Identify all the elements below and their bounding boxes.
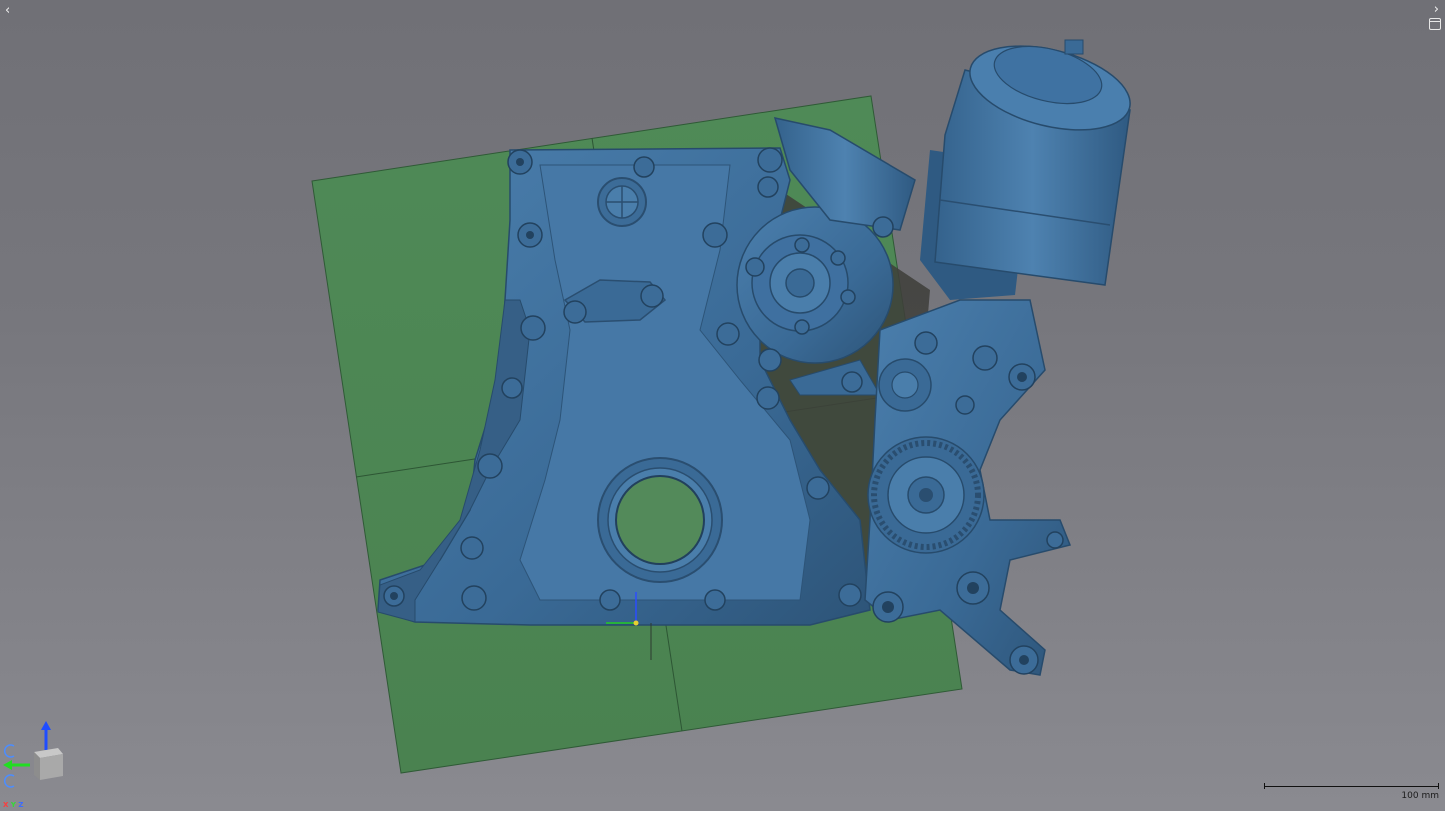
rotate-cw-icon[interactable] xyxy=(4,774,15,788)
y-axis-arrow[interactable] xyxy=(3,760,30,770)
axis-letter-y: Y xyxy=(10,801,16,809)
scale-bar-label: 100 mm xyxy=(1401,791,1439,801)
axis-letter-x: X xyxy=(3,801,9,809)
3d-viewport[interactable]: ‹ › X Y Z 100 mm xyxy=(0,0,1445,811)
scale-bar: 100 mm xyxy=(1264,781,1439,803)
view-cube-icon[interactable] xyxy=(34,748,63,780)
axis-letter-z: Z xyxy=(18,801,24,809)
scale-bar-line xyxy=(1264,783,1439,789)
orientation-axis-widget[interactable]: X Y Z xyxy=(0,718,75,811)
z-axis-arrow[interactable] xyxy=(41,721,51,750)
scene-canvas[interactable] xyxy=(0,0,1445,811)
axis-letters: X Y Z xyxy=(3,801,23,809)
rotate-ccw-icon[interactable] xyxy=(4,744,15,758)
